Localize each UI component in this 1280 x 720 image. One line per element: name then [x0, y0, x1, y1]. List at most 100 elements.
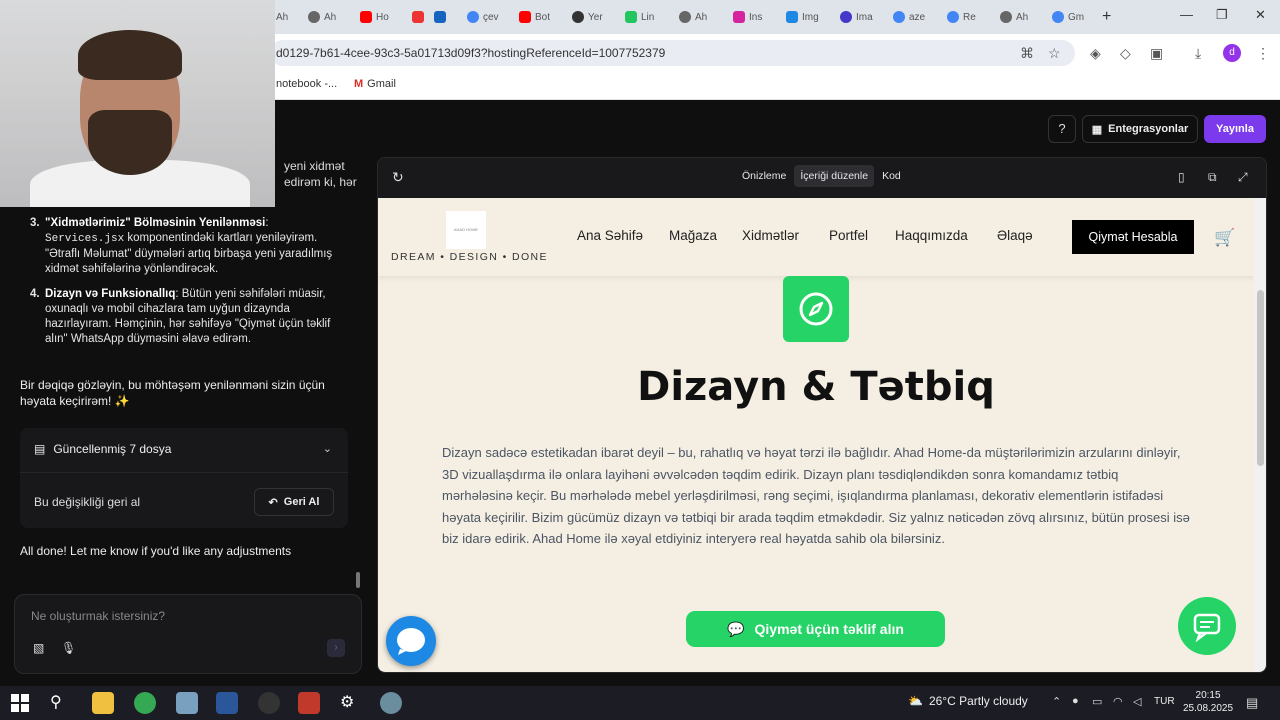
preview-toolbar: ↻ Önizleme İçeriği düzenle Kod ▯ ⧉ ⤢	[378, 158, 1266, 198]
site-logo[interactable]: AHAD HOME	[446, 211, 486, 249]
browser-tab[interactable]: Re	[947, 7, 976, 27]
tab-code[interactable]: Kod	[876, 165, 907, 187]
browser-tab[interactable]: aze	[893, 7, 925, 27]
translate-icon[interactable]: ⌘	[1020, 45, 1034, 62]
nav-link-portfolio[interactable]: Portfel	[829, 228, 868, 243]
chat-widget-button[interactable]	[386, 616, 436, 666]
browser-tab[interactable]: Ho	[360, 7, 389, 27]
winrar-icon[interactable]	[298, 692, 320, 714]
url-field[interactable]: d0129-7b61-4cee-93c3-5a01713d09f3?hostin…	[270, 40, 1075, 66]
price-calculator-button[interactable]: Qiymət Hesabla	[1072, 220, 1194, 254]
revert-button[interactable]: ↶ Geri Al	[254, 488, 334, 516]
microphone-icon[interactable]: ●	[1072, 695, 1079, 707]
tab-edit-content[interactable]: İçeriği düzenle	[794, 165, 875, 187]
website-preview: AHAD HOME DREAM • DESIGN • DONE Ana Səhi…	[378, 198, 1254, 672]
google-icon	[893, 11, 905, 23]
nav-link-services[interactable]: Xidmətlər	[742, 228, 799, 243]
weather-icon: ⛅	[908, 694, 923, 708]
open-external-icon[interactable]: ⧉	[1208, 170, 1217, 185]
weather-widget[interactable]: ⛅ 26°C Partly cloudy	[908, 694, 1028, 708]
extension-icon[interactable]: ◇	[1120, 45, 1131, 62]
integrations-button[interactable]: ▦ Entegrasyonlar	[1082, 115, 1198, 143]
browser-tab[interactable]: Img	[786, 7, 819, 27]
profile-avatar[interactable]: d	[1223, 44, 1241, 62]
volume-icon[interactable]: ◁	[1133, 695, 1141, 708]
browser-tab[interactable]: Ins	[733, 7, 762, 27]
nav-link-home[interactable]: Ana Səhifə	[577, 228, 643, 243]
globe-icon	[679, 11, 691, 23]
maximize-icon[interactable]: ❐	[1216, 7, 1228, 23]
browser-tab[interactable]: Yer	[572, 7, 603, 27]
globe-icon	[308, 11, 320, 23]
search-icon[interactable]: ⚲	[50, 692, 72, 714]
settings-icon[interactable]: ⚙	[340, 692, 362, 714]
compass-icon	[783, 276, 849, 342]
preview-tabs: Önizleme İçeriği düzenle Kod	[736, 165, 907, 187]
nav-link-contact[interactable]: Əlaqə	[997, 228, 1033, 243]
windows-start-icon[interactable]	[10, 693, 32, 715]
browser-tab[interactable]: Ah	[276, 7, 288, 27]
browser-tab[interactable]	[434, 7, 446, 27]
publish-button[interactable]: Yayınla	[1204, 115, 1266, 143]
notepad-icon[interactable]	[176, 692, 198, 714]
browser-tab[interactable]: Bot	[519, 7, 550, 27]
chat-input-placeholder[interactable]: Ne oluşturmak istersiniz?	[31, 609, 165, 623]
menu-icon[interactable]: ⋮	[1256, 45, 1270, 62]
minimize-icon[interactable]: —	[1180, 7, 1193, 22]
tab-preview[interactable]: Önizleme	[736, 165, 792, 187]
cart-icon[interactable]: 🛒	[1214, 228, 1235, 248]
clock[interactable]: 20:15 25.08.2025	[1183, 689, 1233, 715]
new-tab-icon[interactable]: +	[1102, 8, 1111, 26]
notifications-icon[interactable]: ▤	[1246, 695, 1258, 711]
browser-tab[interactable]: Gm	[1052, 7, 1084, 27]
browser-tab[interactable]: çev	[467, 7, 499, 27]
browser-tab[interactable]: Ah	[679, 7, 707, 27]
browser-tab[interactable]: Lin	[625, 7, 654, 27]
nav-link-about[interactable]: Haqqımızda	[895, 228, 968, 243]
chat-scrollbar[interactable]	[356, 572, 360, 588]
revert-label: Bu değişikliği geri al	[34, 495, 141, 509]
help-button[interactable]: ?	[1048, 115, 1076, 143]
wifi-icon[interactable]: ◠	[1113, 695, 1123, 708]
star-icon[interactable]: ☆	[1048, 45, 1061, 62]
image-icon[interactable]: ▧	[33, 641, 44, 655]
preview-scrollbar[interactable]	[1254, 198, 1266, 672]
chevron-down-icon[interactable]: ⌄	[323, 442, 332, 455]
fullscreen-icon[interactable]: ⤢	[1238, 170, 1248, 185]
send-icon[interactable]: ›	[327, 639, 345, 657]
app-icon[interactable]	[380, 692, 402, 714]
site-icon	[625, 11, 637, 23]
bookmark-gmail[interactable]: M Gmail	[354, 78, 396, 90]
shield-icon[interactable]: ◈	[1090, 45, 1101, 62]
nav-link-shop[interactable]: Mağaza	[669, 228, 717, 243]
browser-tab[interactable]: Ah	[308, 7, 336, 27]
file-explorer-icon[interactable]	[92, 692, 114, 714]
youtube-icon	[519, 11, 531, 23]
browser-tab[interactable]: Ah	[1000, 7, 1028, 27]
app-icon[interactable]	[258, 692, 280, 714]
browser-tab[interactable]: Ima	[840, 7, 873, 27]
battery-icon[interactable]: ▭	[1092, 695, 1102, 708]
download-icon[interactable]: ⤓	[1195, 45, 1201, 62]
close-icon[interactable]: ✕	[1255, 7, 1266, 23]
microphone-icon[interactable]: 🎙	[61, 641, 76, 655]
scroll-thumb[interactable]	[1257, 290, 1264, 466]
chat-input[interactable]: Ne oluşturmak istersiniz? ▧ 🎙 ›	[14, 594, 362, 674]
instagram-icon	[733, 11, 745, 23]
chevron-up-icon[interactable]: ⌃	[1052, 695, 1061, 708]
language-indicator[interactable]: TUR	[1154, 696, 1175, 707]
files-toggle[interactable]: ▤ Güncellenmiş 7 dosya	[34, 442, 171, 456]
mobile-view-icon[interactable]: ▯	[1178, 170, 1185, 184]
site-icon	[840, 11, 852, 23]
chrome-icon	[572, 11, 584, 23]
google-icon	[1052, 11, 1064, 23]
refresh-icon[interactable]: ↻	[392, 169, 404, 186]
whatsapp-quote-button[interactable]: 💬 Qiymət üçün təklif alın	[686, 611, 945, 647]
chrome-icon[interactable]	[134, 692, 156, 714]
bookmark-notebook[interactable]: notebook -...	[276, 78, 337, 90]
puzzle-icon[interactable]: ▣	[1150, 45, 1163, 62]
browser-tab[interactable]	[412, 7, 424, 27]
word-icon[interactable]	[216, 692, 238, 714]
grid-icon: ▦	[1091, 123, 1103, 136]
whatsapp-float-button[interactable]	[1178, 597, 1236, 655]
